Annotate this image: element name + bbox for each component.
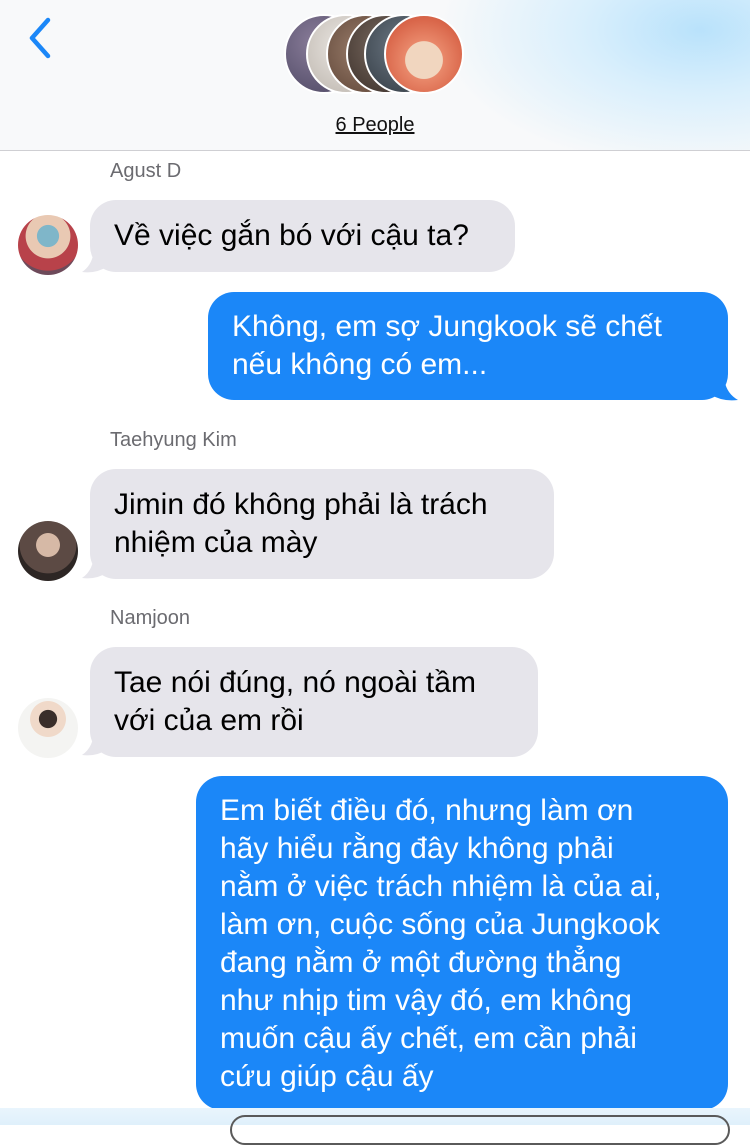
message-bubble-outgoing[interactable]: Không, em sợ Jungkook sẽ chết nếu không … xyxy=(208,292,728,400)
message-input[interactable] xyxy=(230,1115,730,1145)
message-bubble-incoming[interactable]: Tae nói đúng, nó ngoài tầm với của em rồ… xyxy=(90,647,538,757)
chevron-left-icon xyxy=(29,17,51,59)
sender-name: Agust D xyxy=(110,160,182,182)
message-bubble-incoming[interactable]: Jimin đó không phải là trách nhiệm của m… xyxy=(90,469,554,579)
people-count-link[interactable]: 6 People xyxy=(0,114,750,137)
message-bubble-outgoing[interactable]: Em biết điều đó, nhưng làm ơn hãy hiểu r… xyxy=(196,776,728,1110)
group-avatar-stack[interactable] xyxy=(284,14,469,98)
avatar[interactable] xyxy=(18,521,78,581)
back-button[interactable] xyxy=(22,14,62,64)
avatar[interactable] xyxy=(18,215,78,275)
conversation-header: 6 People xyxy=(0,0,750,151)
sender-name: Namjoon xyxy=(110,607,191,629)
message-bubble-incoming[interactable]: Về việc gắn bó với cậu ta? xyxy=(90,200,515,272)
sender-name: Taehyung Kim xyxy=(110,429,237,451)
avatar[interactable] xyxy=(18,698,78,758)
group-avatar xyxy=(384,14,464,94)
